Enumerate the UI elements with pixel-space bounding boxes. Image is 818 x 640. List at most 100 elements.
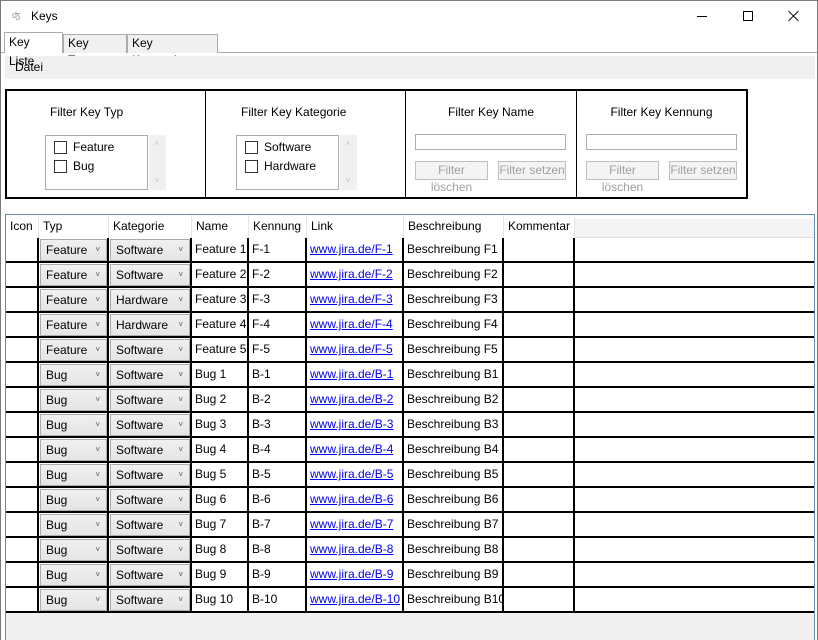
- cell-kommentar[interactable]: [504, 488, 575, 511]
- typ-combobox[interactable]: Bug ˅: [40, 464, 107, 486]
- cell-kennung[interactable]: B-2: [249, 388, 307, 411]
- typ-combobox[interactable]: Bug ˅: [40, 364, 107, 386]
- column-header-icon[interactable]: Icon: [6, 215, 39, 238]
- column-header-kennung[interactable]: Kennung: [249, 215, 307, 238]
- kategorie-combobox[interactable]: Software ˅: [110, 389, 190, 411]
- column-header-kommentar[interactable]: Kommentar: [504, 215, 575, 238]
- typ-combobox[interactable]: Bug ˅: [40, 564, 107, 586]
- cell-icon[interactable]: [6, 338, 39, 361]
- jira-link[interactable]: www.jira.de/F-2: [310, 267, 393, 281]
- table-row[interactable]: Bug ˅ Software ˅ Bug 1 B-1 www.jira.de/B-1 Besc…: [6, 363, 814, 388]
- kategorie-combobox[interactable]: Hardware ˅: [110, 289, 190, 311]
- cell-beschreibung[interactable]: Beschreibung F5: [404, 338, 504, 361]
- jira-link[interactable]: www.jira.de/B-2: [310, 392, 393, 406]
- filter-key-kategorie-list[interactable]: Software Hardware: [236, 135, 339, 190]
- kategorie-combobox[interactable]: Software ˅: [110, 464, 190, 486]
- cell-beschreibung[interactable]: Beschreibung B4: [404, 438, 504, 461]
- typ-combobox[interactable]: Feature ˅: [40, 339, 107, 361]
- cell-name[interactable]: Bug 5: [192, 463, 249, 486]
- close-button[interactable]: [771, 1, 817, 31]
- cell-icon[interactable]: [6, 588, 39, 611]
- column-header-beschreibung[interactable]: Beschreibung: [404, 215, 504, 238]
- filter-name-clear-button[interactable]: Filter löschen: [415, 161, 488, 194]
- cell-beschreibung[interactable]: Beschreibung F2: [404, 263, 504, 286]
- cell-beschreibung[interactable]: Beschreibung B10: [404, 588, 504, 611]
- filter-typ-option-bug[interactable]: Bug: [54, 157, 94, 175]
- cell-kommentar[interactable]: [504, 388, 575, 411]
- checkbox[interactable]: [245, 159, 258, 173]
- filter-key-kennung-input[interactable]: [586, 134, 737, 150]
- table-row[interactable]: Bug ˅ Software ˅ Bug 5 B-5 www.jira.de/B-5 Besc…: [6, 463, 814, 488]
- cell-name[interactable]: Feature 2: [192, 263, 249, 286]
- cell-name[interactable]: Bug 1: [192, 363, 249, 386]
- kategorie-combobox[interactable]: Software ˅: [110, 564, 190, 586]
- cell-icon[interactable]: [6, 488, 39, 511]
- jira-link[interactable]: www.jira.de/B-10: [310, 592, 400, 606]
- cell-kommentar[interactable]: [504, 338, 575, 361]
- scroll-down-icon[interactable]: ˅: [344, 177, 352, 185]
- table-row[interactable]: Bug ˅ Software ˅ Bug 6 B-6 www.jira.de/B-6 Besc…: [6, 488, 814, 513]
- cell-kommentar[interactable]: [504, 313, 575, 336]
- typ-combobox[interactable]: Feature ˅: [40, 239, 107, 261]
- cell-kennung[interactable]: B-6: [249, 488, 307, 511]
- typ-combobox[interactable]: Feature ˅: [40, 314, 107, 336]
- minimize-button[interactable]: [679, 1, 725, 31]
- checkbox[interactable]: [54, 159, 67, 173]
- typ-combobox[interactable]: Bug ˅: [40, 514, 107, 536]
- filter-key-typ-list[interactable]: Feature Bug: [45, 135, 148, 190]
- cell-kennung[interactable]: B-8: [249, 538, 307, 561]
- cell-name[interactable]: Bug 4: [192, 438, 249, 461]
- cell-kennung[interactable]: B-1: [249, 363, 307, 386]
- scroll-up-icon[interactable]: ˄: [153, 140, 161, 148]
- table-row[interactable]: Bug ˅ Software ˅ Bug 10 B-10 www.jira.de/B-10 B…: [6, 588, 814, 613]
- jira-link[interactable]: www.jira.de/B-4: [310, 442, 393, 456]
- cell-kommentar[interactable]: [504, 513, 575, 536]
- kategorie-combobox[interactable]: Software ˅: [110, 239, 190, 261]
- filter-kennung-clear-button[interactable]: Filter löschen: [586, 161, 659, 194]
- filter-name-set-button[interactable]: Filter setzen: [498, 161, 566, 180]
- cell-kommentar[interactable]: [504, 263, 575, 286]
- column-header-link[interactable]: Link: [307, 215, 404, 238]
- typ-combobox[interactable]: Bug ˅: [40, 414, 107, 436]
- jira-link[interactable]: www.jira.de/B-8: [310, 542, 393, 556]
- cell-icon[interactable]: [6, 413, 39, 436]
- cell-icon[interactable]: [6, 288, 39, 311]
- cell-name[interactable]: Bug 7: [192, 513, 249, 536]
- column-header-name[interactable]: Name: [192, 215, 249, 238]
- cell-kennung[interactable]: F-2: [249, 263, 307, 286]
- cell-icon[interactable]: [6, 513, 39, 536]
- cell-kommentar[interactable]: [504, 438, 575, 461]
- tab-key-kategorien[interactable]: Key Kategorien: [127, 34, 218, 67]
- cell-beschreibung[interactable]: Beschreibung F3: [404, 288, 504, 311]
- cell-kennung[interactable]: F-3: [249, 288, 307, 311]
- jira-link[interactable]: www.jira.de/B-5: [310, 467, 393, 481]
- typ-combobox[interactable]: Bug ˅: [40, 489, 107, 511]
- cell-kommentar[interactable]: [504, 563, 575, 586]
- cell-kennung[interactable]: F-4: [249, 313, 307, 336]
- cell-kennung[interactable]: B-10: [249, 588, 307, 611]
- cell-icon[interactable]: [6, 363, 39, 386]
- jira-link[interactable]: www.jira.de/B-6: [310, 492, 393, 506]
- cell-icon[interactable]: [6, 313, 39, 336]
- cell-name[interactable]: Bug 9: [192, 563, 249, 586]
- cell-kommentar[interactable]: [504, 463, 575, 486]
- cell-beschreibung[interactable]: Beschreibung F1: [404, 238, 504, 261]
- jira-link[interactable]: www.jira.de/B-7: [310, 517, 393, 531]
- cell-name[interactable]: Feature 4: [192, 313, 249, 336]
- cell-kommentar[interactable]: [504, 288, 575, 311]
- cell-icon[interactable]: [6, 263, 39, 286]
- cell-beschreibung[interactable]: Beschreibung B9: [404, 563, 504, 586]
- jira-link[interactable]: www.jira.de/F-1: [310, 242, 393, 256]
- column-header-kategorie[interactable]: Kategorie: [109, 215, 192, 238]
- typ-combobox[interactable]: Bug ˅: [40, 439, 107, 461]
- cell-icon[interactable]: [6, 563, 39, 586]
- cell-name[interactable]: Bug 10: [192, 588, 249, 611]
- filter-kategorie-option-hardware[interactable]: Hardware: [245, 157, 316, 175]
- table-row[interactable]: Feature ˅ Hardware ˅ Feature 4 F-4 www.jira.de…: [6, 313, 814, 338]
- cell-kommentar[interactable]: [504, 538, 575, 561]
- cell-icon[interactable]: [6, 438, 39, 461]
- kategorie-combobox[interactable]: Hardware ˅: [110, 314, 190, 336]
- kategorie-combobox[interactable]: Software ˅: [110, 414, 190, 436]
- cell-kennung[interactable]: B-7: [249, 513, 307, 536]
- scroll-down-icon[interactable]: ˅: [153, 177, 161, 185]
